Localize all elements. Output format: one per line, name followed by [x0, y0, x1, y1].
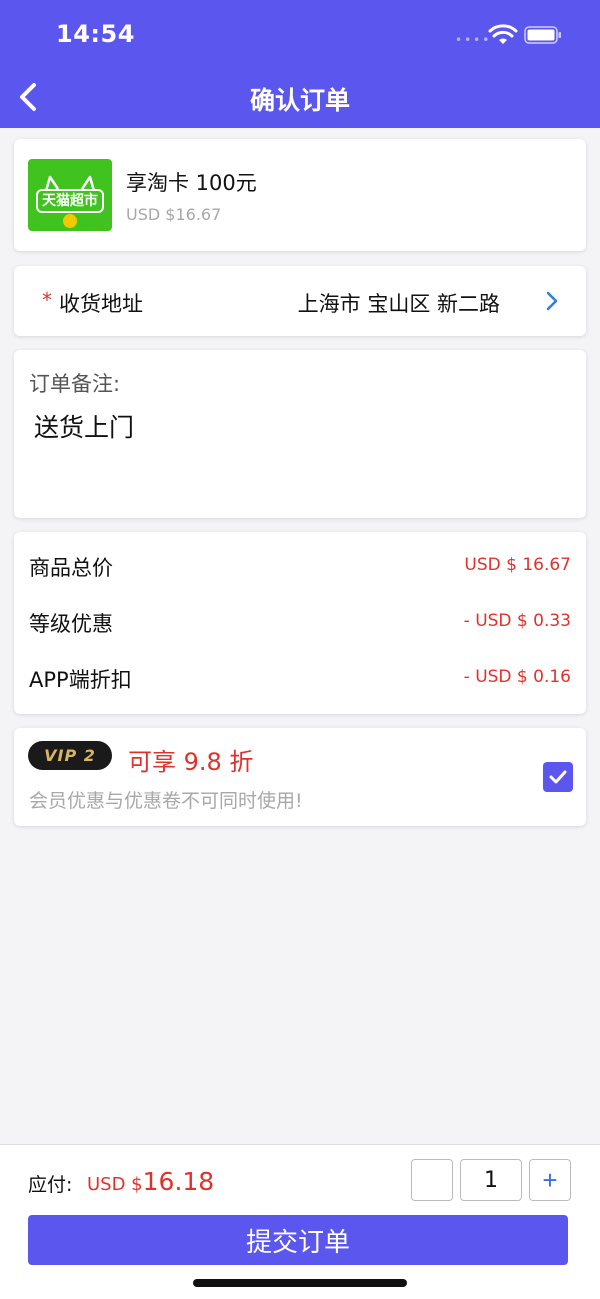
product-name: 享淘卡 100元	[126, 171, 257, 195]
decrease-quantity-button[interactable]	[411, 1159, 453, 1201]
product-card: 天猫超市 享淘卡 100元 USD $16.67	[14, 139, 586, 251]
logo-face-icon	[63, 214, 77, 228]
vip-checkbox[interactable]	[543, 762, 573, 792]
pay-currency: USD $	[87, 1174, 143, 1195]
vip-note: 会员优惠与优惠卷不可同时使用!	[29, 790, 303, 812]
wifi-icon	[488, 24, 518, 44]
summary-row-app-discount: APP端折扣 - USD $ 0.16	[29, 664, 571, 694]
address-label: 收货地址	[59, 292, 143, 316]
address-value: 上海市 宝山区 新二路	[297, 292, 500, 316]
pay-amount: 16.18	[142, 1167, 215, 1196]
tmall-supermarket-logo: 天猫超市	[28, 159, 112, 231]
order-notes-card: 订单备注: 送货上门	[14, 350, 586, 518]
signal-dots-icon: ••••	[455, 33, 492, 47]
vip-discount-card: VIP 2 可享 9.8 折 会员优惠与优惠卷不可同时使用!	[14, 728, 586, 826]
summary-value: USD $ 16.67	[464, 555, 571, 575]
address-row[interactable]: * 收货地址 上海市 宝山区 新二路	[14, 266, 586, 336]
summary-row-level-discount: 等级优惠 - USD $ 0.33	[29, 608, 571, 638]
chevron-right-icon[interactable]	[544, 291, 560, 311]
summary-label: 等级优惠	[29, 612, 113, 636]
summary-label: APP端折扣	[29, 668, 132, 692]
order-notes-label: 订单备注:	[29, 372, 121, 396]
status-time: 14:54	[56, 20, 135, 48]
pay-total: USD $16.18	[87, 1167, 214, 1196]
checkout-bar: 应付: USD $16.18 + 提交订单	[0, 1144, 600, 1299]
required-mark: *	[42, 288, 52, 312]
app-header: 14:54 •••• 确认订单	[0, 0, 600, 128]
vip-badge: VIP 2	[28, 741, 112, 770]
pay-label: 应付:	[28, 1174, 73, 1196]
checkmark-icon	[549, 770, 567, 784]
battery-icon	[524, 26, 561, 44]
logo-text: 天猫超市	[36, 189, 104, 213]
home-indicator	[193, 1279, 407, 1287]
vip-discount-text: 可享 9.8 折	[128, 748, 254, 776]
summary-row-total: 商品总价 USD $ 16.67	[29, 552, 571, 582]
order-notes-input[interactable]: 送货上门	[34, 408, 564, 498]
quantity-input[interactable]	[460, 1159, 522, 1201]
price-summary-card: 商品总价 USD $ 16.67 等级优惠 - USD $ 0.33 APP端折…	[14, 532, 586, 714]
product-price: USD $16.67	[126, 205, 222, 224]
summary-value: - USD $ 0.33	[463, 611, 571, 631]
page-title: 确认订单	[249, 86, 350, 115]
summary-label: 商品总价	[29, 556, 113, 580]
summary-value: - USD $ 0.16	[463, 667, 571, 687]
submit-order-button[interactable]: 提交订单	[28, 1215, 568, 1265]
increase-quantity-button[interactable]: +	[529, 1159, 571, 1201]
